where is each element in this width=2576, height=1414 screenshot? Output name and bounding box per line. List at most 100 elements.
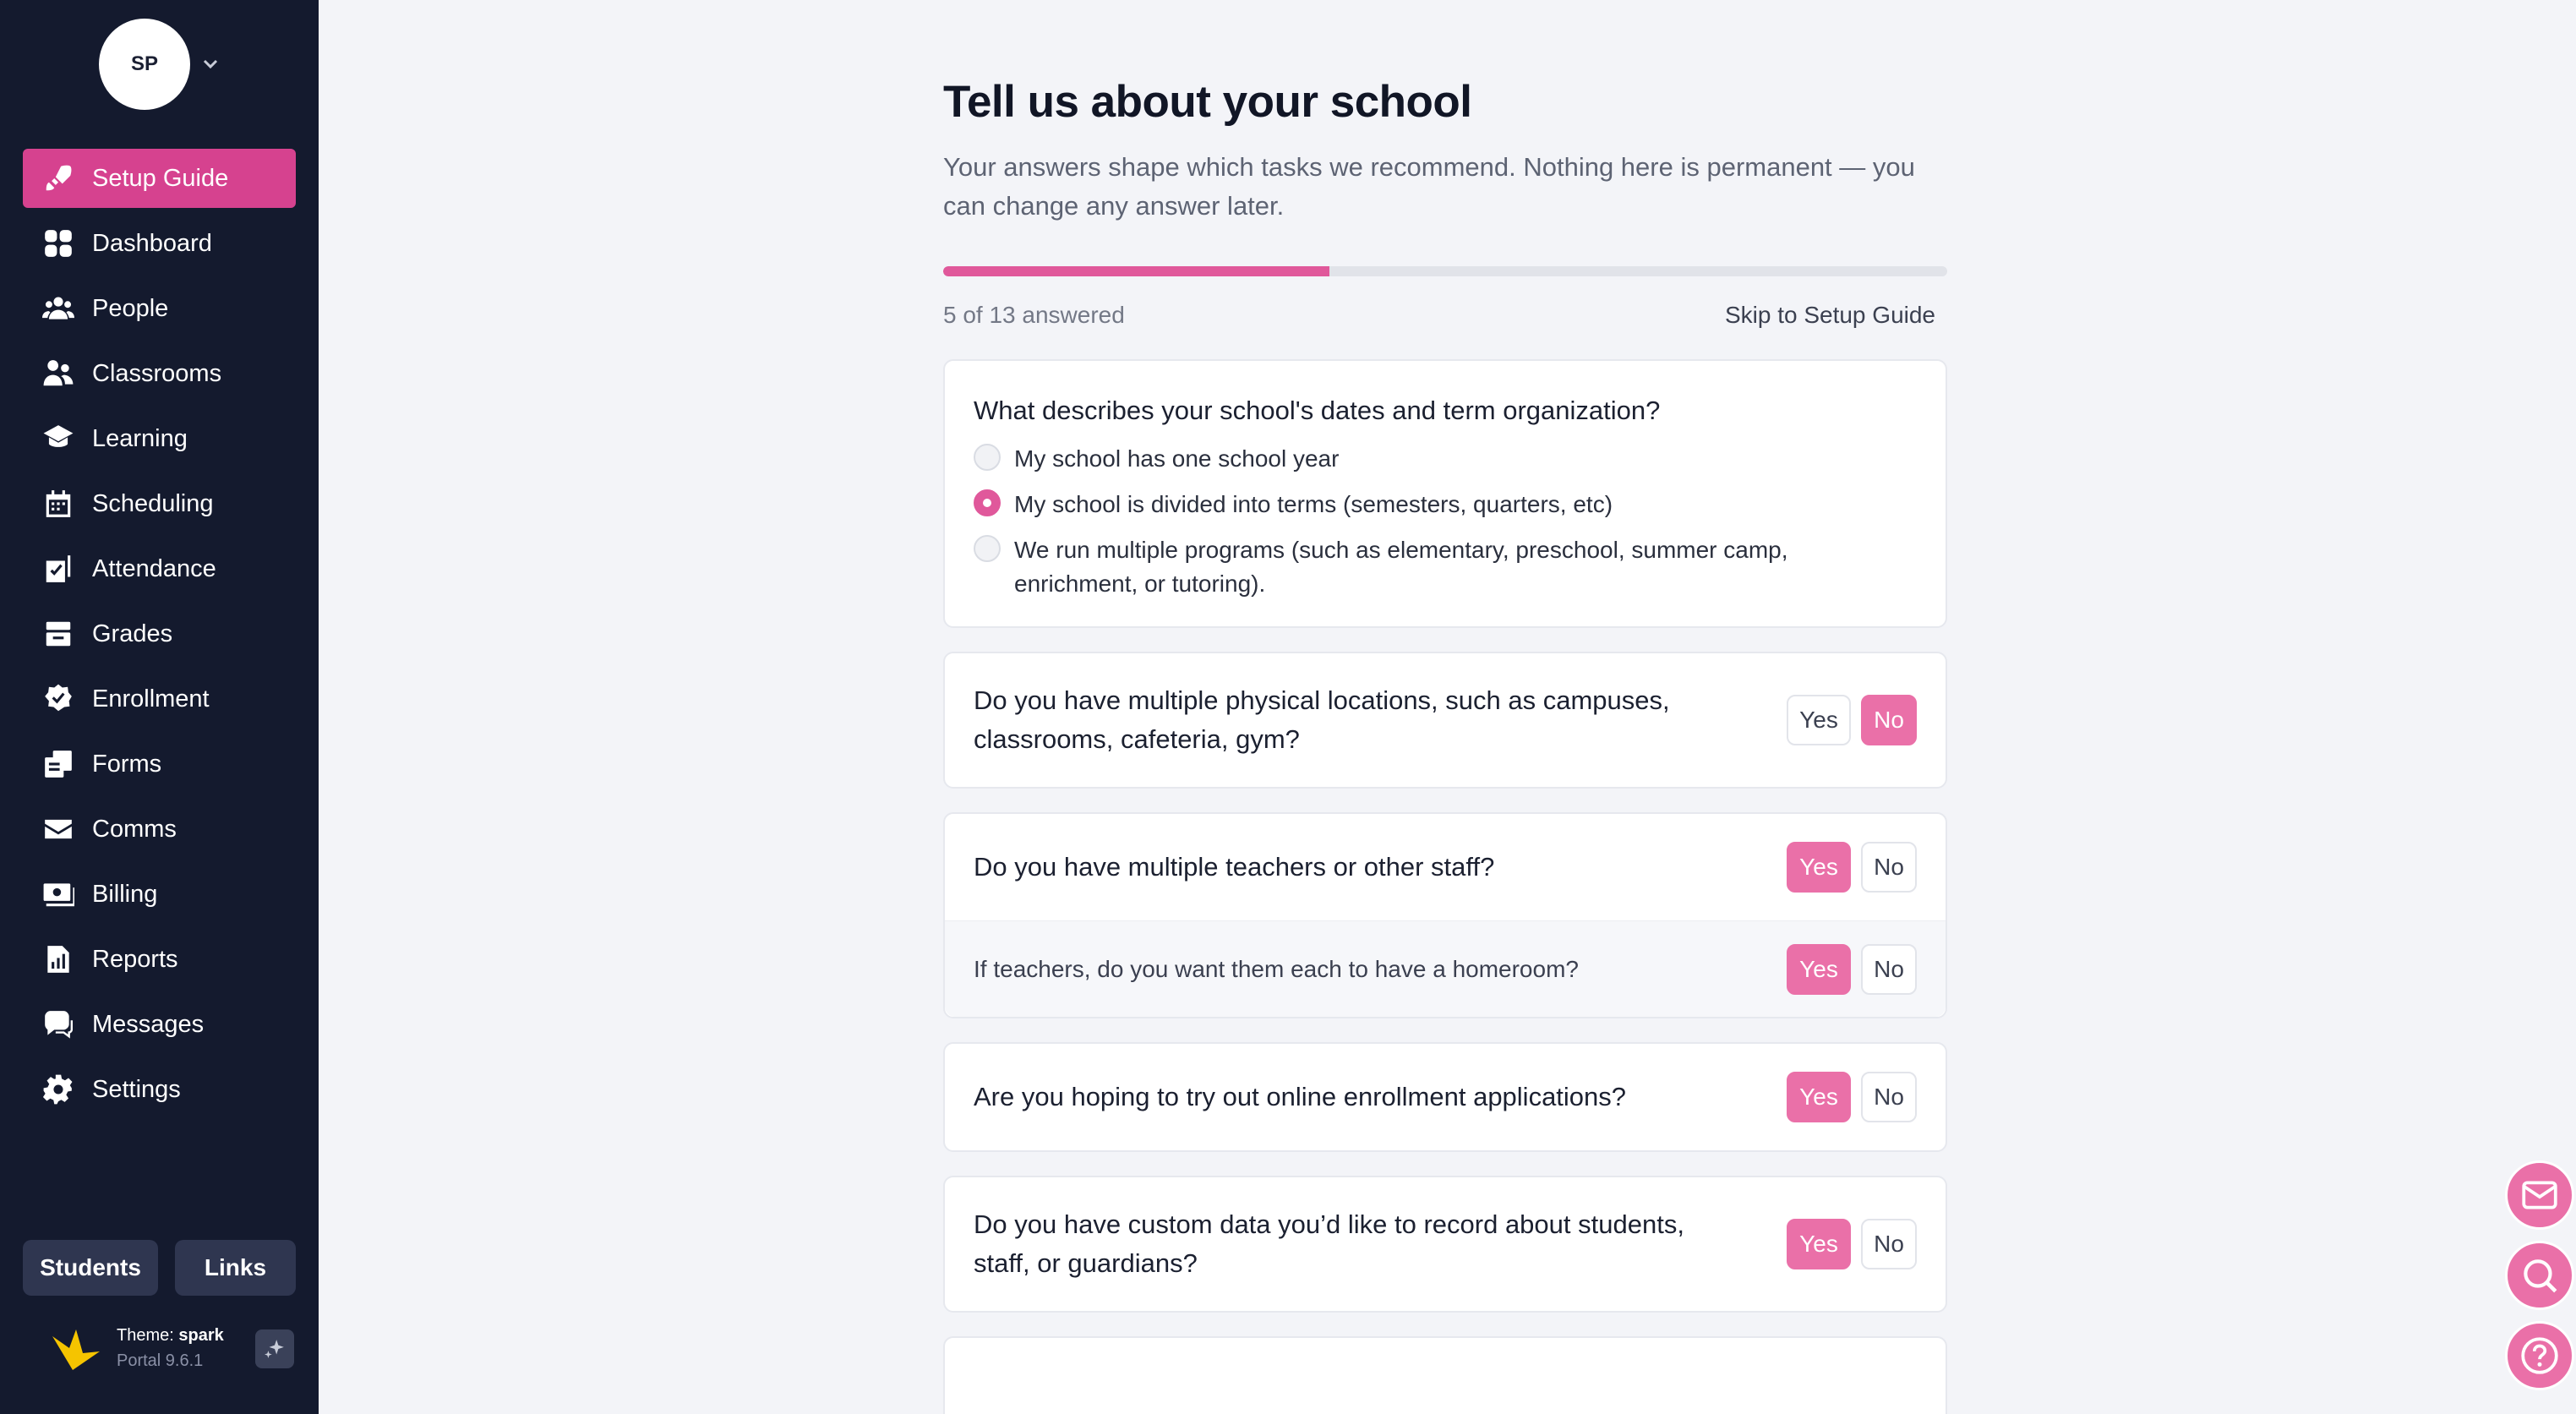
radio-label: My school has one school year — [1014, 445, 1340, 472]
envelope-icon — [41, 812, 75, 846]
page-subtitle: Your answers shape which tasks we recomm… — [943, 152, 1915, 221]
yes-no-toggle: Yes No — [1787, 1219, 1917, 1269]
sidebar-item-label: Classrooms — [92, 359, 222, 387]
sidebar-item-label: Settings — [92, 1075, 181, 1103]
tray-icon — [41, 617, 75, 651]
page-title: Tell us about your school — [943, 77, 1472, 127]
sidebar-item-label: Learning — [92, 424, 188, 452]
forms-icon — [41, 747, 75, 781]
main-content: Tell us about your school Your answers s… — [943, 76, 1947, 1414]
sidebar-item-reports[interactable]: Reports — [23, 930, 296, 989]
help-button[interactable] — [2505, 1321, 2574, 1390]
radio-option-one-year[interactable]: My school has one school year — [974, 442, 1917, 476]
sidebar: SP Setup Guide Dashboard People Classroo… — [0, 0, 319, 1414]
sidebar-item-forms[interactable]: Forms — [23, 734, 296, 794]
badge-check-icon — [41, 682, 75, 716]
graduation-cap-icon — [41, 422, 75, 456]
sidebar-item-setup-guide[interactable]: Setup Guide — [23, 149, 296, 208]
sidebar-item-enrollment[interactable]: Enrollment — [23, 669, 296, 729]
contact-mail-button[interactable] — [2505, 1160, 2574, 1230]
user-menu[interactable]: SP — [99, 19, 221, 110]
sidebar-item-classrooms[interactable]: Classrooms — [23, 344, 296, 403]
students-button[interactable]: Students — [23, 1240, 158, 1296]
links-button[interactable]: Links — [175, 1240, 296, 1296]
radio-button[interactable] — [974, 535, 1001, 562]
theme-text: Theme: spark Portal 9.6.1 — [117, 1323, 224, 1373]
rocket-icon — [41, 161, 75, 195]
sidebar-item-label: Comms — [92, 815, 177, 843]
no-button[interactable]: No — [1861, 1072, 1917, 1122]
question-title: Do you have multiple teachers or other s… — [974, 852, 1495, 882]
theme-info: Theme: spark Portal 9.6.1 — [51, 1323, 304, 1373]
sidebar-item-billing[interactable]: Billing — [23, 865, 296, 924]
question-title: What describes your school's dates and t… — [974, 396, 1661, 425]
radio-label: My school is divided into terms (semeste… — [1014, 491, 1613, 517]
progress-bar — [943, 266, 1947, 276]
sidebar-item-label: Setup Guide — [92, 164, 229, 192]
theme-sparkle-button[interactable] — [255, 1329, 294, 1368]
question-title: Do you have multiple physical locations,… — [974, 685, 1670, 754]
question-card-locations: Do you have multiple physical locations,… — [943, 652, 1947, 789]
question-card-custom-data: Do you have custom data you’d like to re… — [943, 1176, 1947, 1313]
question-card-enrollment: Are you hoping to try out online enrollm… — [943, 1042, 1947, 1152]
sidebar-item-learning[interactable]: Learning — [23, 409, 296, 468]
sidebar-item-label: Forms — [92, 750, 162, 778]
yes-no-toggle: Yes No — [1787, 1072, 1917, 1122]
sidebar-item-label: Messages — [92, 1010, 205, 1038]
yes-button[interactable]: Yes — [1787, 842, 1851, 893]
no-button[interactable]: No — [1861, 695, 1917, 745]
checklist-icon — [41, 552, 75, 586]
theme-prefix: Theme: — [117, 1326, 179, 1345]
sidebar-item-label: Billing — [92, 880, 158, 908]
chevron-down-icon[interactable] — [200, 54, 221, 74]
progress-row: 5 of 13 answered Skip to Setup Guide — [943, 302, 1947, 329]
question-card-dates: What describes your school's dates and t… — [943, 359, 1947, 628]
question-title: Do you have custom data you’d like to re… — [974, 1209, 1684, 1278]
sidebar-item-label: People — [92, 294, 169, 322]
main-nav: Setup Guide Dashboard People Classrooms … — [23, 149, 296, 1125]
radio-button[interactable] — [974, 489, 1001, 516]
question-card-staff: Do you have multiple teachers or other s… — [943, 812, 1947, 1018]
radio-option-terms[interactable]: My school is divided into terms (semeste… — [974, 488, 1917, 521]
help-icon — [2521, 1337, 2558, 1374]
question-title: Are you hoping to try out online enrollm… — [974, 1082, 1627, 1111]
sidebar-item-settings[interactable]: Settings — [23, 1060, 296, 1119]
sidebar-footer-buttons: Students Links — [23, 1240, 296, 1296]
gear-icon — [41, 1073, 75, 1106]
sidebar-item-attendance[interactable]: Attendance — [23, 539, 296, 598]
yes-button[interactable]: Yes — [1787, 943, 1851, 995]
progress-count: 5 of 13 answered — [943, 302, 1125, 328]
yes-button[interactable]: Yes — [1787, 1072, 1851, 1122]
avatar[interactable]: SP — [99, 19, 190, 110]
yes-no-toggle: Yes No — [1787, 943, 1917, 995]
search-button[interactable] — [2505, 1241, 2574, 1310]
sidebar-item-label: Reports — [92, 945, 178, 973]
question-card-next — [943, 1336, 1947, 1414]
sidebar-item-comms[interactable]: Comms — [23, 800, 296, 859]
no-button[interactable]: No — [1861, 842, 1917, 893]
chart-file-icon — [41, 942, 75, 976]
chat-icon — [41, 1007, 75, 1041]
sidebar-item-dashboard[interactable]: Dashboard — [23, 214, 296, 273]
grid-icon — [41, 227, 75, 260]
sidebar-item-people[interactable]: People — [23, 279, 296, 338]
sidebar-item-grades[interactable]: Grades — [23, 604, 296, 663]
calendar-icon — [41, 487, 75, 521]
skip-to-setup-guide-link[interactable]: Skip to Setup Guide — [1725, 302, 1935, 329]
sidebar-item-label: Enrollment — [92, 685, 210, 712]
yes-no-toggle: Yes No — [1787, 695, 1917, 745]
followup-question-homeroom: If teachers, do you want them each to ha… — [945, 920, 1946, 1017]
progress-fill — [943, 266, 1329, 276]
yes-button[interactable]: Yes — [1787, 1219, 1851, 1269]
people-icon — [41, 292, 75, 325]
theme-name: spark — [178, 1326, 224, 1345]
no-button[interactable]: No — [1861, 943, 1917, 995]
radio-label: We run multiple programs (such as elemen… — [1014, 537, 1788, 597]
no-button[interactable]: No — [1861, 1219, 1917, 1269]
radio-option-multiple-programs[interactable]: We run multiple programs (such as elemen… — [974, 533, 1917, 601]
sidebar-item-messages[interactable]: Messages — [23, 995, 296, 1054]
sidebar-item-label: Grades — [92, 620, 173, 647]
sidebar-item-scheduling[interactable]: Scheduling — [23, 474, 296, 533]
yes-button[interactable]: Yes — [1787, 695, 1851, 745]
radio-button[interactable] — [974, 444, 1001, 471]
